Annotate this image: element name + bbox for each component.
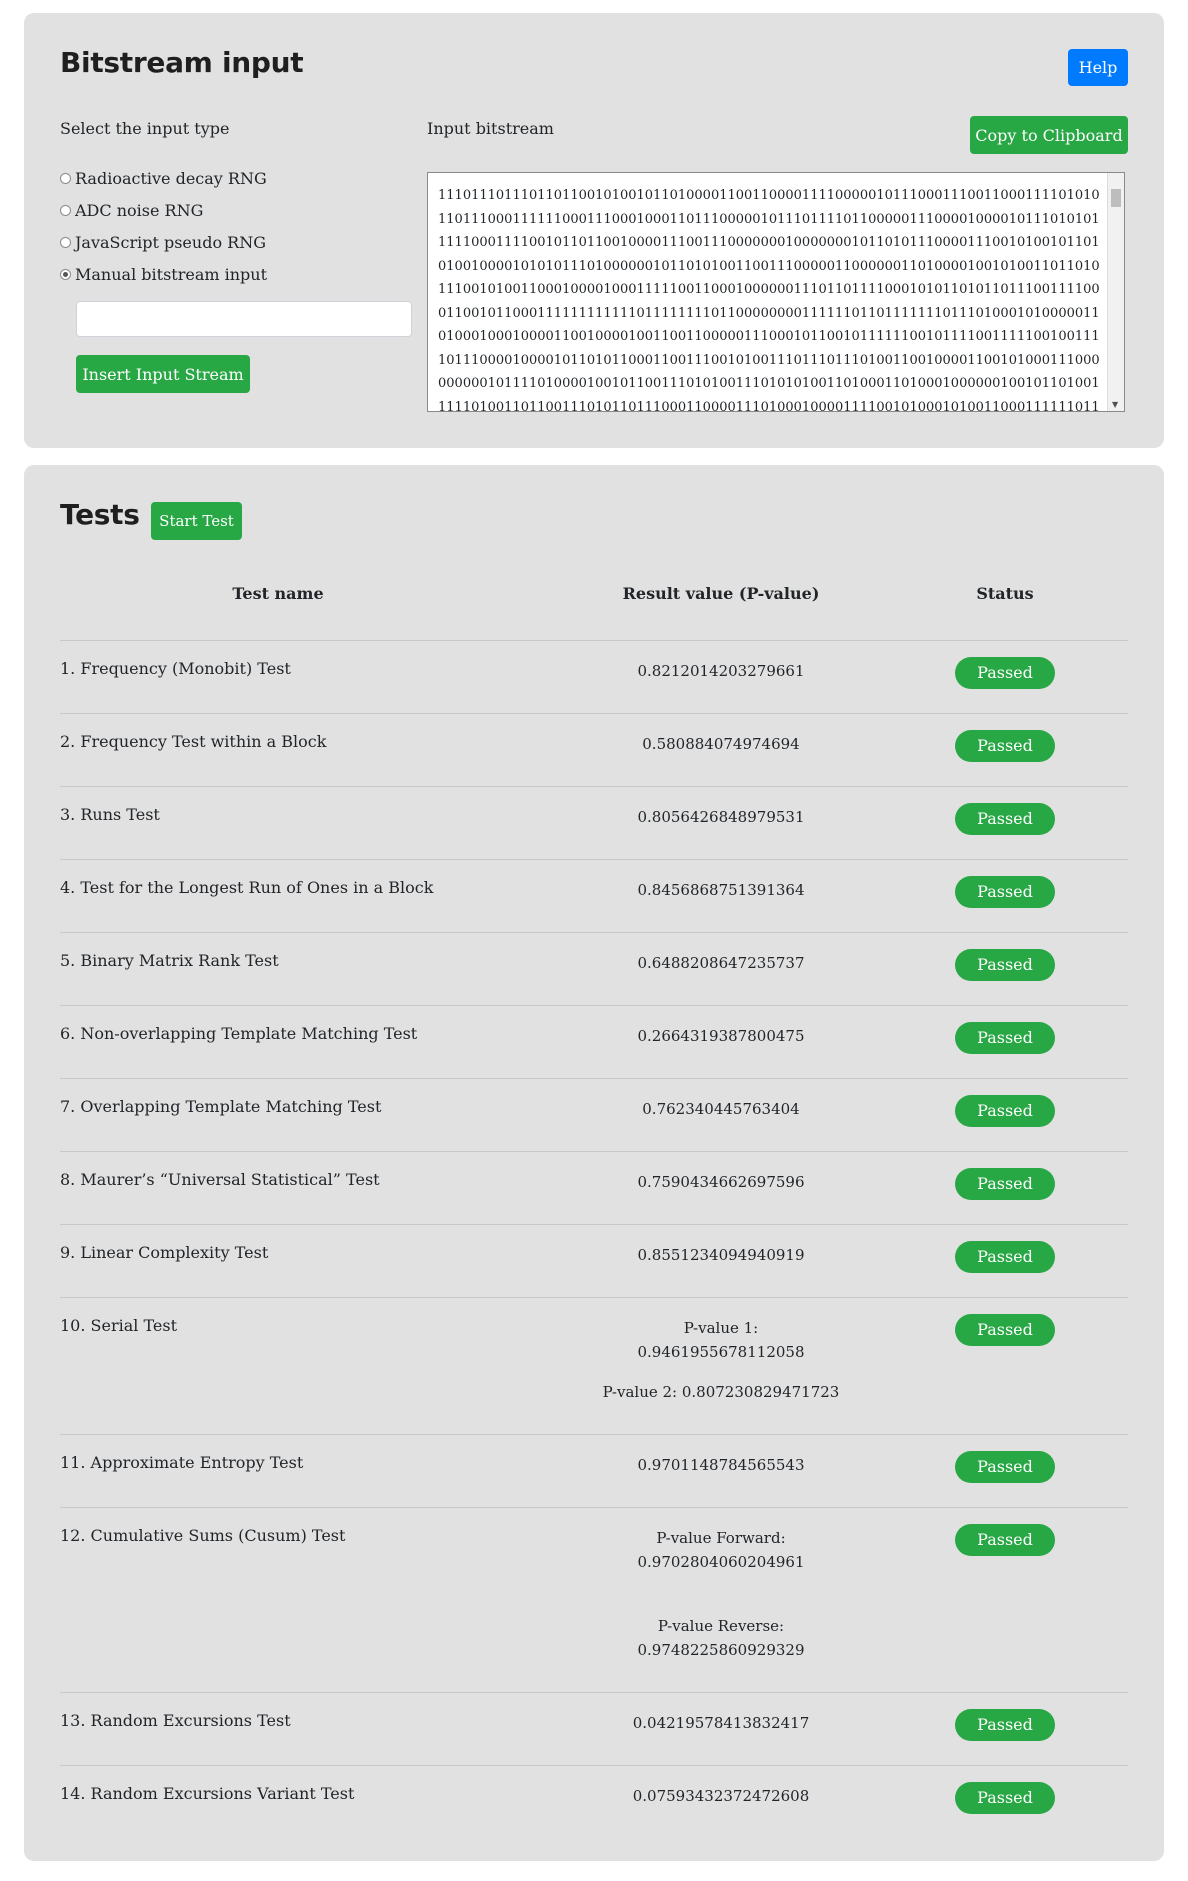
- radio-button[interactable]: [60, 172, 71, 184]
- p-value: 0.8551234094940919: [637, 1246, 805, 1264]
- test-name: 9. Linear Complexity Test: [60, 1243, 269, 1262]
- insert-input-stream-button[interactable]: Insert Input Stream: [76, 355, 250, 393]
- radio-label: ADC noise RNG: [75, 200, 204, 220]
- test-name: 5. Binary Matrix Rank Test: [60, 951, 279, 970]
- status-badge: Passed: [955, 1782, 1055, 1814]
- status-badge: Passed: [955, 1709, 1055, 1741]
- p-value: 0.04219578413832417: [632, 1714, 810, 1732]
- row-separator: [60, 1507, 1128, 1508]
- test-name: 4. Test for the Longest Run of Ones in a…: [60, 878, 434, 897]
- row-separator: [60, 1692, 1128, 1693]
- p-value: P-value 2: 0.807230829471723: [602, 1383, 840, 1401]
- status-badge: Passed: [955, 657, 1055, 689]
- scroll-down-icon[interactable]: ▼: [1112, 400, 1118, 409]
- radio-javascript-prng[interactable]: JavaScript pseudo RNG: [60, 231, 266, 253]
- status-badge: Passed: [955, 949, 1055, 981]
- test-name: 13. Random Excursions Test: [60, 1711, 291, 1730]
- row-separator: [60, 1005, 1128, 1006]
- row-separator: [60, 1297, 1128, 1298]
- status-badge: Passed: [955, 1168, 1055, 1200]
- status-badge: Passed: [955, 1451, 1055, 1483]
- scrollbar-thumb[interactable]: [1111, 189, 1121, 207]
- radio-adc-noise[interactable]: ADC noise RNG: [60, 199, 203, 221]
- p-value-label: P-value Reverse:: [657, 1617, 785, 1635]
- status-badge: Passed: [955, 876, 1055, 908]
- row-separator: [60, 859, 1128, 860]
- test-name: 3. Runs Test: [60, 805, 160, 824]
- row-separator: [60, 713, 1128, 714]
- radio-radioactive-decay[interactable]: Radioactive decay RNG: [60, 167, 267, 189]
- p-value: 0.9748225860929329: [637, 1641, 805, 1659]
- start-test-button[interactable]: Start Test: [151, 502, 242, 540]
- row-separator: [60, 786, 1128, 787]
- row-separator: [60, 1078, 1128, 1079]
- test-name: 14. Random Excursions Variant Test: [60, 1784, 355, 1803]
- status-badge: Passed: [955, 1241, 1055, 1273]
- radio-button-checked[interactable]: [60, 268, 71, 280]
- status-badge: Passed: [955, 1022, 1055, 1054]
- tests-card: Tests Start Test Test name Result value …: [24, 465, 1164, 1861]
- status-badge: Passed: [955, 1095, 1055, 1127]
- status-badge: Passed: [955, 1524, 1055, 1556]
- p-value: 0.762340445763404: [642, 1100, 800, 1118]
- p-value: 0.8212014203279661: [637, 662, 805, 680]
- radio-label: JavaScript pseudo RNG: [75, 232, 266, 252]
- test-name: 11. Approximate Entropy Test: [60, 1453, 304, 1472]
- help-button[interactable]: Help: [1068, 49, 1128, 86]
- bitstream-content: 1110111011101101100101001011010000110011…: [438, 188, 1100, 412]
- row-separator: [60, 1434, 1128, 1435]
- radio-manual-input[interactable]: Manual bitstream input: [60, 263, 267, 285]
- bitstream-input-card: Bitstream input Help Select the input ty…: [24, 13, 1164, 448]
- test-name: 12. Cumulative Sums (Cusum) Test: [60, 1526, 346, 1545]
- status-badge: Passed: [955, 730, 1055, 762]
- header-test-name: Test name: [232, 584, 324, 603]
- status-badge: Passed: [955, 803, 1055, 835]
- header-result-value: Result value (P-value): [622, 584, 820, 603]
- p-value: 0.07593432372472608: [632, 1787, 810, 1805]
- row-separator: [60, 1765, 1128, 1766]
- radio-label: Radioactive decay RNG: [75, 168, 267, 188]
- p-value: 0.2664319387800475: [637, 1027, 805, 1045]
- copy-to-clipboard-button[interactable]: Copy to Clipboard: [970, 116, 1128, 154]
- input-type-label: Select the input type: [60, 119, 230, 138]
- radio-button[interactable]: [60, 236, 71, 248]
- header-status: Status: [976, 584, 1034, 603]
- p-value: 0.6488208647235737: [637, 954, 805, 972]
- p-value: 0.8456868751391364: [637, 881, 805, 899]
- bitstream-textarea[interactable]: 1110111011101101100101001011010000110011…: [427, 172, 1125, 412]
- test-name: 6. Non-overlapping Template Matching Tes…: [60, 1024, 418, 1043]
- row-separator: [60, 932, 1128, 933]
- row-separator: [60, 1224, 1128, 1225]
- radio-button[interactable]: [60, 204, 71, 216]
- test-name: 1. Frequency (Monobit) Test: [60, 659, 291, 678]
- p-value: 0.8056426848979531: [637, 808, 805, 826]
- bitstream-input-title: Bitstream input: [60, 46, 304, 79]
- test-name: 7. Overlapping Template Matching Test: [60, 1097, 382, 1116]
- p-value: 0.580884074974694: [642, 735, 800, 753]
- p-value: 0.7590434662697596: [637, 1173, 805, 1191]
- test-name: 10. Serial Test: [60, 1316, 178, 1335]
- test-name: 8. Maurer’s “Universal Statistical” Test: [60, 1170, 380, 1189]
- row-separator: [60, 1151, 1128, 1152]
- p-value: 0.9701148784565543: [637, 1456, 805, 1474]
- radio-label: Manual bitstream input: [75, 264, 268, 284]
- input-bitstream-label: Input bitstream: [427, 119, 554, 138]
- p-value: P-value 1: 0.9461955678112058: [637, 1319, 805, 1361]
- test-name: 2. Frequency Test within a Block: [60, 732, 327, 751]
- scrollbar[interactable]: ▼: [1107, 173, 1124, 411]
- status-badge: Passed: [955, 1314, 1055, 1346]
- tests-title: Tests: [60, 498, 140, 531]
- p-value: 0.9702804060204961: [637, 1553, 805, 1571]
- p-value-label: P-value Forward:: [656, 1529, 786, 1547]
- row-separator: [60, 640, 1128, 641]
- manual-bitstream-input[interactable]: [76, 301, 412, 337]
